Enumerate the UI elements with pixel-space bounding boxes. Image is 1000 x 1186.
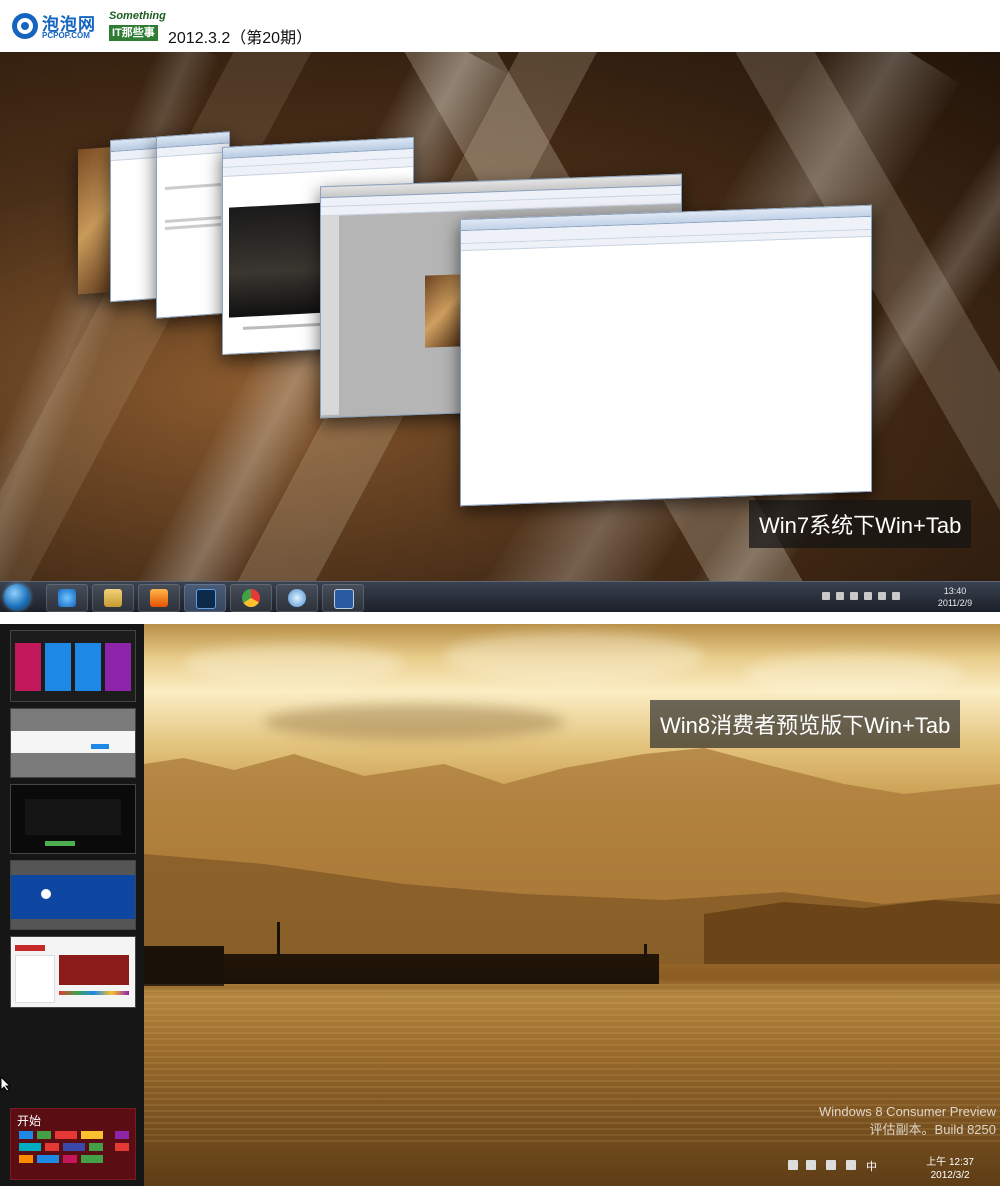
issue-date: 2012.3.2（第20期） xyxy=(168,30,313,47)
taskbar-media-button[interactable] xyxy=(138,584,180,612)
flip-window-word[interactable] xyxy=(156,131,230,319)
pcpop-logo-url: PCPOP.COM xyxy=(42,31,90,40)
column-logo-box: IT那些事 xyxy=(109,25,158,41)
taskbar-ie-button[interactable] xyxy=(46,584,88,612)
wallpaper-pier-post xyxy=(277,922,280,956)
column-logo-top: Something xyxy=(109,10,166,22)
page-header: 泡泡网 PCPOP.COM Something IT那些事 2012.3.2（第… xyxy=(0,0,1000,52)
win7-clock-date: 2011/2/9 xyxy=(937,598,973,608)
win7-screenshot: Win7系统下Win+Tab 13:40 2011/2/9 xyxy=(0,52,1000,612)
win8-watermark: Windows 8 Consumer Preview 评估副本。Build 82… xyxy=(819,1104,996,1138)
win8-switcher-sidebar: 开始 xyxy=(0,624,144,1186)
ie-icon xyxy=(58,589,76,607)
win7-taskbar: 13:40 2011/2/9 xyxy=(0,581,1000,612)
tray-network-icon[interactable] xyxy=(826,1160,836,1170)
wallpaper-cloud xyxy=(444,632,704,682)
start-tile-label: 开始 xyxy=(17,1114,42,1128)
tray-volume-icon[interactable] xyxy=(846,1160,856,1170)
win8-screenshot: 开始 Win8消费者预览版下Win+Tab Windows 8 Consumer… xyxy=(0,624,1000,1186)
taskbar-photoshop-button[interactable] xyxy=(184,584,226,612)
wallpaper-pier-post xyxy=(644,944,647,958)
switcher-thumb-metro-app[interactable] xyxy=(10,630,136,702)
win8-clock[interactable]: 上午 12:37 2012/3/2 xyxy=(926,1156,974,1182)
switcher-thumb-browser[interactable] xyxy=(10,708,136,778)
win8-desktop-wallpaper: Win8消费者预览版下Win+Tab Windows 8 Consumer Pr… xyxy=(144,624,1000,1186)
watermark-line1: Windows 8 Consumer Preview xyxy=(818,1104,996,1119)
win7-caption: Win7系统下Win+Tab xyxy=(749,500,972,548)
watermark-line2: 评估副本。Build 8250 xyxy=(869,1122,996,1137)
mouse-cursor-icon xyxy=(0,1076,12,1092)
flip-window-browser-active[interactable] xyxy=(460,204,872,507)
pcpop-logo-icon xyxy=(12,13,38,39)
wallpaper-mountains xyxy=(144,748,1000,964)
switcher-start-tile[interactable]: 开始 xyxy=(10,1108,136,1180)
taskbar-folder-button[interactable] xyxy=(92,584,134,612)
taskbar-chrome-button[interactable] xyxy=(230,584,272,612)
tray-language[interactable]: 中 xyxy=(866,1158,877,1174)
start-orb-icon[interactable] xyxy=(4,584,30,610)
tray-icons[interactable] xyxy=(822,592,932,602)
taskbar-window-button[interactable] xyxy=(322,584,364,612)
win7-clock[interactable]: 13:40 2011/2/9 xyxy=(930,585,980,609)
wallpaper-cloud xyxy=(184,644,404,684)
switcher-thumb-blue-app[interactable] xyxy=(10,860,136,930)
media-player-icon xyxy=(150,589,168,607)
wallpaper-cloud xyxy=(744,654,964,694)
win7-clock-time: 13:40 xyxy=(943,586,967,596)
win8-system-tray: 中 上午 12:37 2012/3/2 xyxy=(780,1152,1000,1186)
win8-clock-time: 上午 12:37 xyxy=(926,1157,974,1168)
folder-icon xyxy=(104,589,122,607)
window-icon xyxy=(334,589,354,609)
tray-flag-icon[interactable] xyxy=(806,1160,816,1170)
chrome-icon xyxy=(242,589,260,607)
switcher-thumb-store-app[interactable] xyxy=(10,936,136,1008)
wallpaper-pier-end xyxy=(144,946,224,986)
win8-caption: Win8消费者预览版下Win+Tab xyxy=(650,700,961,748)
network-icon xyxy=(288,589,306,607)
tray-arrow-icon[interactable] xyxy=(788,1160,798,1170)
switcher-thumb-dark-app[interactable] xyxy=(10,784,136,854)
win8-clock-date: 2012/3/2 xyxy=(930,1170,970,1181)
photoshop-icon xyxy=(196,589,216,609)
win7-system-tray: 13:40 2011/2/9 xyxy=(792,582,992,612)
taskbar-network-button[interactable] xyxy=(276,584,318,612)
